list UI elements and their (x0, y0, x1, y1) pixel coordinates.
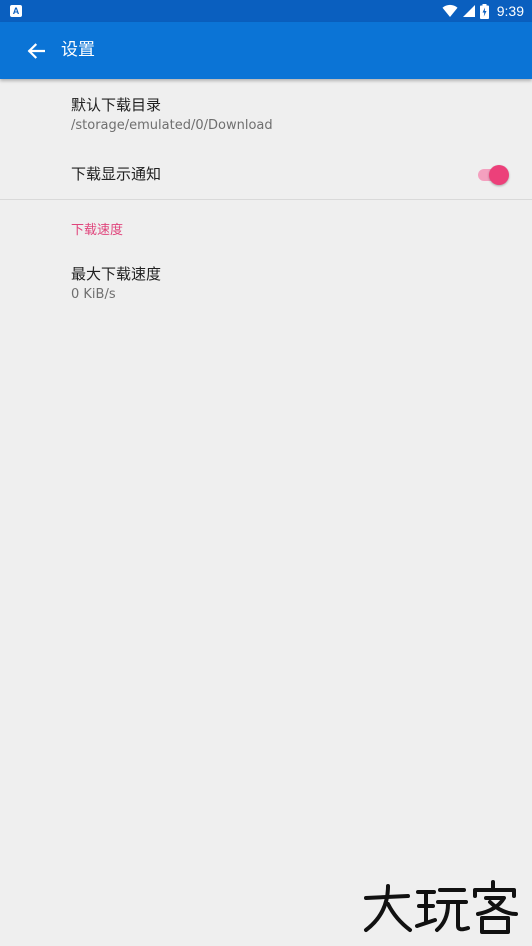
status-time: 9:39 (496, 3, 524, 19)
battery-icon (479, 3, 489, 19)
a-notification-icon: A (10, 5, 22, 17)
download-dir-title: 默认下载目录 (71, 96, 162, 114)
signal-icon (462, 5, 475, 17)
status-bar: A 9:39 (0, 0, 532, 22)
max-speed-preference[interactable]: 最大下载速度 0 KiB/s (0, 250, 532, 316)
speed-category-title: 下载速度 (71, 223, 124, 238)
download-dir-summary: /storage/emulated/0/Download (71, 118, 273, 133)
arrow-back-icon (27, 43, 45, 59)
toggle-thumb (489, 165, 509, 185)
status-icons: 9:39 (442, 0, 524, 22)
show-notification-preference[interactable]: 下载显示通知 (0, 150, 532, 199)
watermark-logo (364, 880, 518, 934)
page-title: 设置 (61, 40, 95, 60)
divider (0, 199, 532, 200)
back-button[interactable] (20, 38, 52, 64)
show-notification-toggle[interactable] (478, 165, 509, 185)
show-notification-title: 下载显示通知 (71, 165, 162, 183)
max-speed-summary: 0 KiB/s (71, 287, 116, 302)
download-dir-preference[interactable]: 默认下载目录 /storage/emulated/0/Download (0, 80, 532, 150)
wifi-icon (442, 4, 458, 17)
app-bar: 设置 (0, 22, 532, 79)
max-speed-title: 最大下载速度 (71, 265, 162, 283)
